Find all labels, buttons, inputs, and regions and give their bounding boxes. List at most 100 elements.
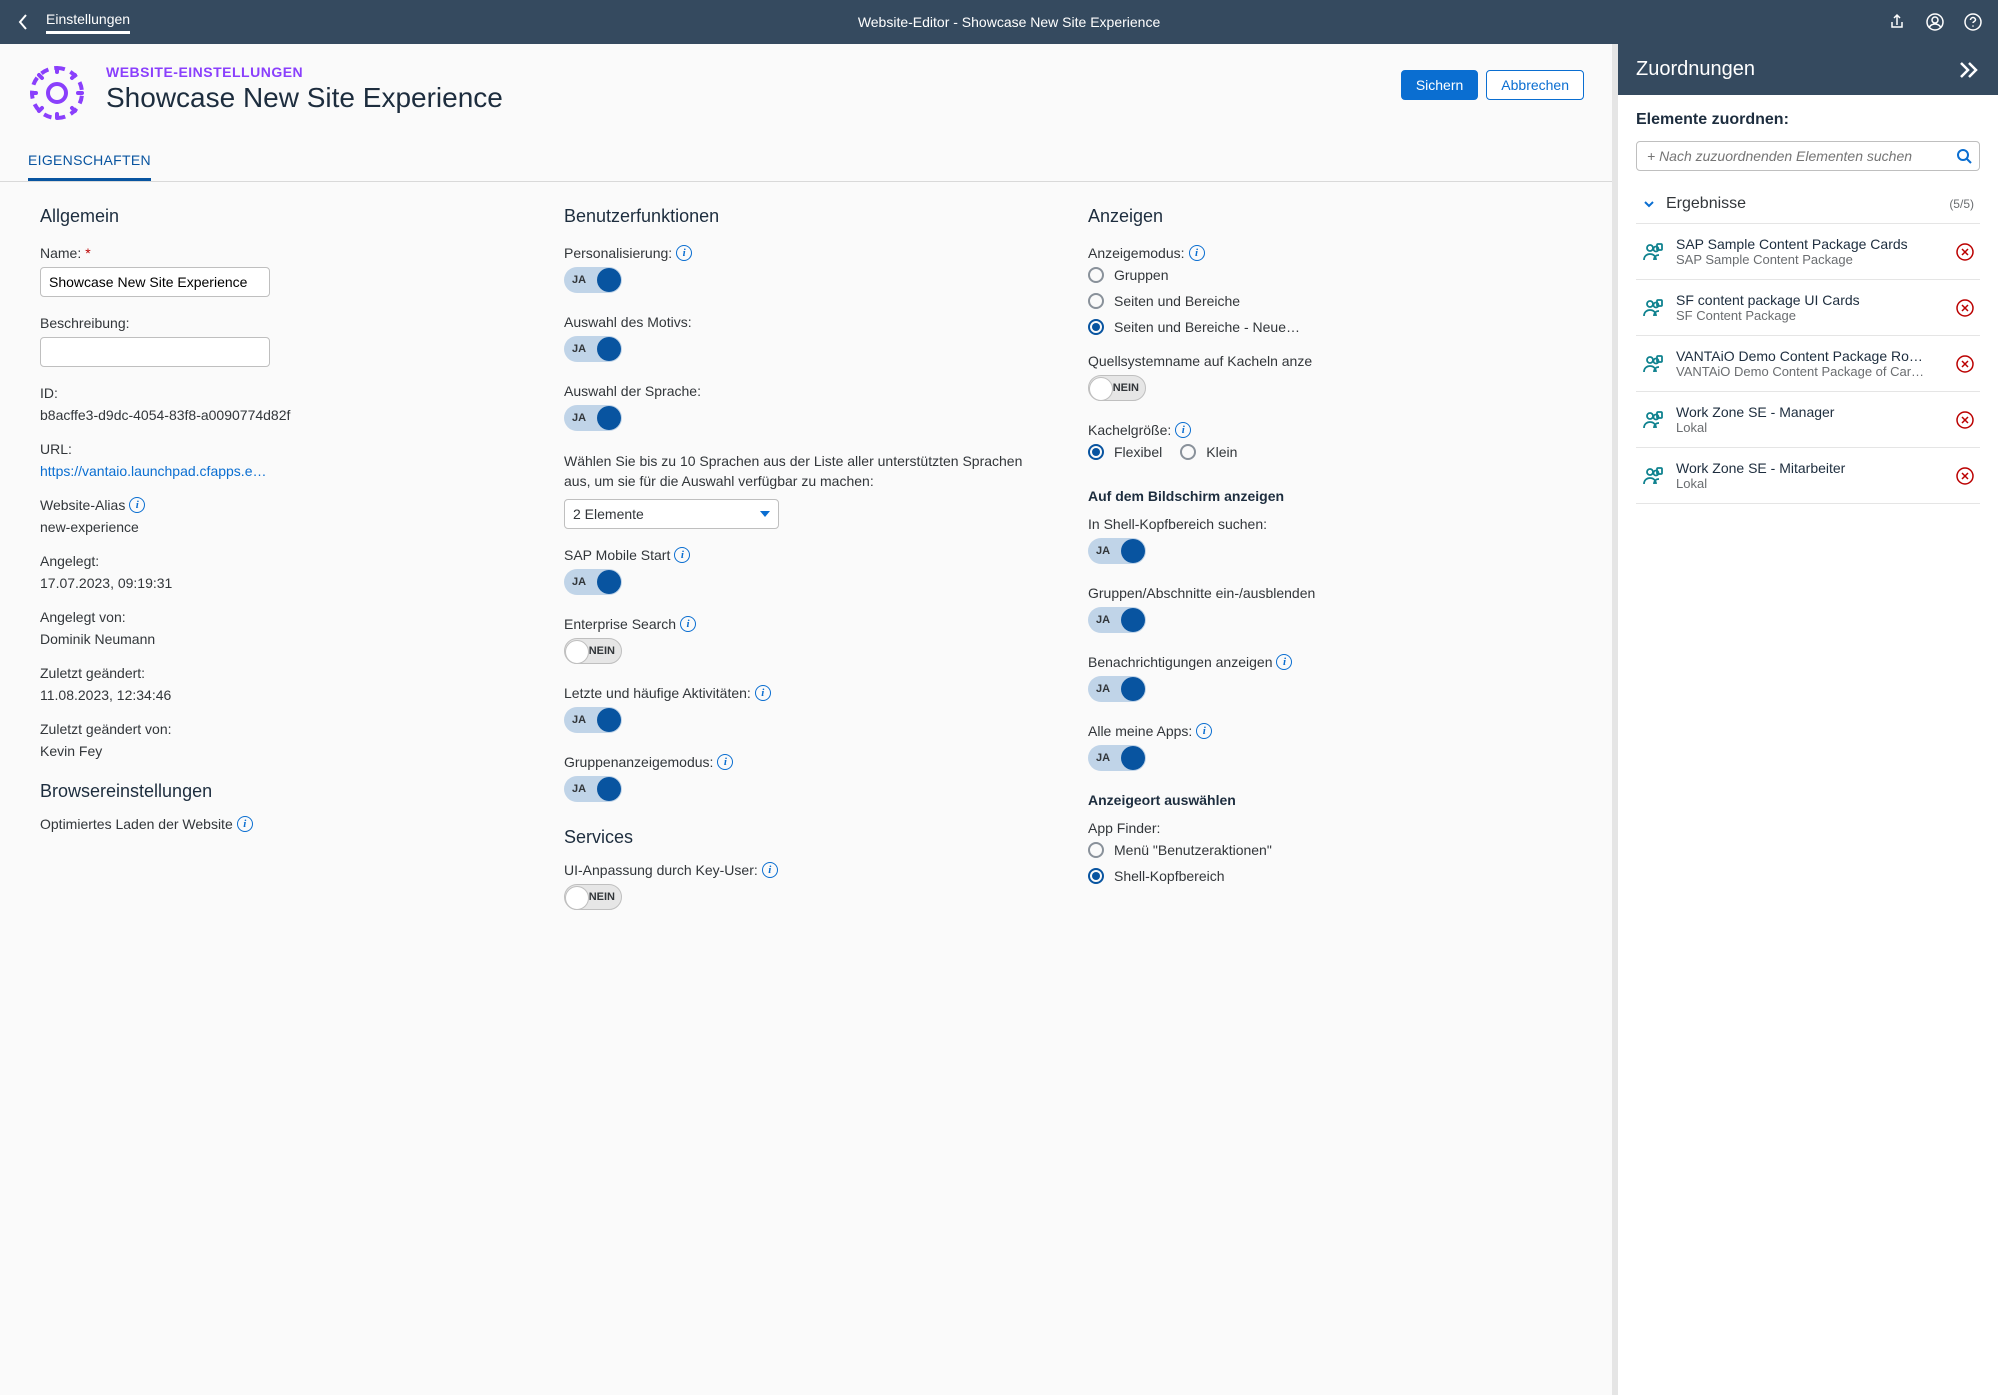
- section-browser: Browsereinstellungen: [40, 781, 524, 802]
- result-sub: SF Content Package: [1676, 308, 1944, 323]
- language-toggle[interactable]: JA: [564, 405, 622, 431]
- result-row[interactable]: SAP Sample Content Package CardsSAP Samp…: [1636, 224, 1980, 280]
- groups-show-toggle[interactable]: JA: [1088, 607, 1146, 633]
- result-title: VANTAiO Demo Content Package Ro…: [1676, 348, 1944, 364]
- cancel-button[interactable]: Abbrechen: [1486, 70, 1584, 100]
- keyuser-toggle[interactable]: NEIN: [564, 884, 622, 910]
- side-panel-title: Zuordnungen: [1636, 58, 1755, 81]
- info-icon[interactable]: i: [674, 547, 690, 563]
- info-icon[interactable]: i: [237, 816, 253, 832]
- remove-icon[interactable]: [1956, 355, 1974, 373]
- result-title: Work Zone SE - Manager: [1676, 404, 1944, 420]
- notifications-label: Benachrichtigungen anzeigen: [1088, 654, 1272, 670]
- back-icon[interactable]: [16, 12, 30, 32]
- radio-af-menu[interactable]: Menü "Benutzeraktionen": [1088, 842, 1572, 858]
- opt-load-label: Optimiertes Laden der Website i: [40, 816, 524, 832]
- name-input[interactable]: [40, 267, 270, 297]
- group-mode-toggle[interactable]: JA: [564, 776, 622, 802]
- save-button[interactable]: Sichern: [1401, 70, 1478, 100]
- createdby-label: Angelegt von:: [40, 609, 524, 625]
- remove-icon[interactable]: [1956, 467, 1974, 485]
- radio-groups[interactable]: Gruppen: [1088, 267, 1572, 283]
- info-icon[interactable]: i: [676, 245, 692, 261]
- results-label: Ergebnisse: [1666, 195, 1939, 213]
- result-sub: Lokal: [1676, 476, 1944, 491]
- section-services: Services: [564, 827, 1048, 848]
- notifications-toggle[interactable]: JA: [1088, 676, 1146, 702]
- url-link[interactable]: https://vantaio.launchpad.cfapps.e…: [40, 463, 524, 479]
- desc-input[interactable]: [40, 337, 270, 367]
- assignment-search-input[interactable]: [1636, 141, 1980, 171]
- info-icon[interactable]: i: [717, 754, 733, 770]
- keyuser-label: UI-Anpassung durch Key-User:: [564, 862, 758, 878]
- shell-title: Website-Editor - Showcase New Site Exper…: [130, 14, 1888, 30]
- all-apps-toggle[interactable]: JA: [1088, 745, 1146, 771]
- tab-properties[interactable]: EIGENSCHAFTEN: [28, 142, 151, 181]
- info-icon[interactable]: i: [680, 616, 696, 632]
- info-icon[interactable]: i: [762, 862, 778, 878]
- main-content: WEBSITE-EINSTELLUNGEN Showcase New Site …: [0, 44, 1618, 1395]
- search-shell-label: In Shell-Kopfbereich suchen:: [1088, 516, 1572, 532]
- radio-small[interactable]: Klein: [1180, 444, 1237, 460]
- mobile-start-toggle[interactable]: JA: [564, 569, 622, 595]
- user-icon[interactable]: [1926, 13, 1944, 31]
- info-icon[interactable]: i: [1196, 723, 1212, 739]
- result-sub: Lokal: [1676, 420, 1944, 435]
- info-icon[interactable]: i: [129, 497, 145, 513]
- role-icon: [1642, 353, 1664, 375]
- section-userfn: Benutzerfunktionen: [564, 206, 1048, 227]
- tile-size-label: Kachelgröße:: [1088, 422, 1171, 438]
- theme-label: Auswahl des Motivs:: [564, 314, 1048, 330]
- theme-toggle[interactable]: JA: [564, 336, 622, 362]
- collapse-icon[interactable]: [1958, 61, 1980, 79]
- ent-search-label: Enterprise Search: [564, 616, 676, 632]
- section-general: Allgemein: [40, 206, 524, 227]
- search-shell-toggle[interactable]: JA: [1088, 538, 1146, 564]
- info-icon[interactable]: i: [1276, 654, 1292, 670]
- help-icon[interactable]: [1964, 13, 1982, 31]
- radio-pages[interactable]: Seiten und Bereiche: [1088, 293, 1572, 309]
- results-count: (5/5): [1949, 197, 1974, 211]
- role-icon: [1642, 409, 1664, 431]
- chevron-down-icon: [760, 511, 770, 517]
- display-loc-heading: Anzeigeort auswählen: [1088, 792, 1572, 808]
- radio-flex[interactable]: Flexibel: [1088, 444, 1162, 460]
- personalization-label: Personalisierung:: [564, 245, 672, 261]
- radio-pages-new[interactable]: Seiten und Bereiche - Neue…: [1088, 319, 1572, 335]
- remove-icon[interactable]: [1956, 299, 1974, 317]
- share-icon[interactable]: [1888, 13, 1906, 31]
- radio-af-shell[interactable]: Shell-Kopfbereich: [1088, 868, 1572, 884]
- lang-hint: Wählen Sie bis zu 10 Sprachen aus der Li…: [564, 452, 1048, 491]
- nav-settings[interactable]: Einstellungen: [46, 11, 130, 34]
- remove-icon[interactable]: [1956, 411, 1974, 429]
- search-icon[interactable]: [1956, 148, 1972, 164]
- recent-label: Letzte und häufige Aktivitäten:: [564, 685, 751, 701]
- created-value: 17.07.2023, 09:19:31: [40, 575, 524, 591]
- remove-icon[interactable]: [1956, 243, 1974, 261]
- createdby-value: Dominik Neumann: [40, 631, 524, 647]
- language-select[interactable]: 2 Elemente: [564, 499, 779, 529]
- alias-value: new-experience: [40, 519, 524, 535]
- recent-toggle[interactable]: JA: [564, 707, 622, 733]
- src-sys-toggle[interactable]: NEIN: [1088, 375, 1146, 401]
- display-mode-label: Anzeigemodus:: [1088, 245, 1185, 261]
- created-label: Angelegt:: [40, 553, 524, 569]
- info-icon[interactable]: i: [1189, 245, 1205, 261]
- result-row[interactable]: VANTAiO Demo Content Package Ro…VANTAiO …: [1636, 336, 1980, 392]
- personalization-toggle[interactable]: JA: [564, 267, 622, 293]
- on-screen-heading: Auf dem Bildschirm anzeigen: [1088, 488, 1572, 504]
- side-panel: Zuordnungen Elemente zuordnen: Ergebniss…: [1618, 44, 1998, 1395]
- changedby-label: Zuletzt geändert von:: [40, 721, 524, 737]
- result-row[interactable]: Work Zone SE - MitarbeiterLokal: [1636, 448, 1980, 504]
- chevron-down-icon[interactable]: [1642, 197, 1656, 211]
- section-display: Anzeigen: [1088, 206, 1572, 227]
- role-icon: [1642, 465, 1664, 487]
- result-row[interactable]: SF content package UI CardsSF Content Pa…: [1636, 280, 1980, 336]
- changedby-value: Kevin Fey: [40, 743, 524, 759]
- result-title: SAP Sample Content Package Cards: [1676, 236, 1944, 252]
- info-icon[interactable]: i: [1175, 422, 1191, 438]
- result-row[interactable]: Work Zone SE - ManagerLokal: [1636, 392, 1980, 448]
- ent-search-toggle[interactable]: NEIN: [564, 638, 622, 664]
- info-icon[interactable]: i: [755, 685, 771, 701]
- name-label: Name:*: [40, 245, 524, 261]
